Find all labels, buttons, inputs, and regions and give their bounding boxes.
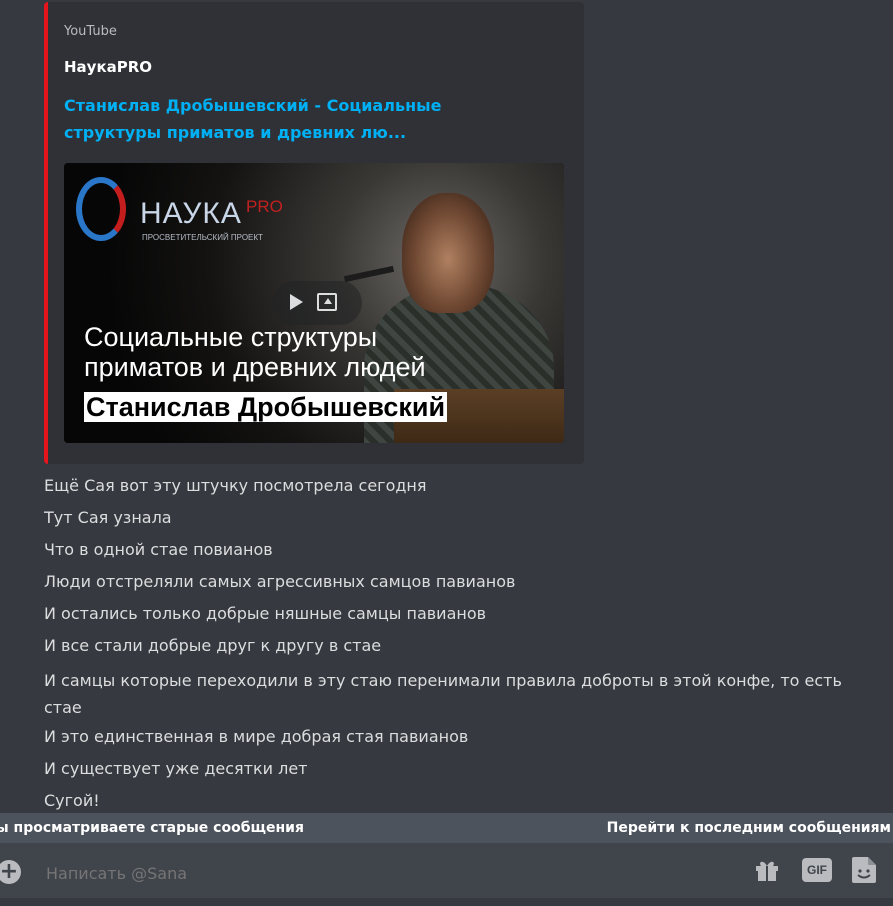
- logo-mark-icon: [76, 177, 126, 241]
- message: Люди отстреляли самых агрессивных самцов…: [44, 572, 516, 591]
- message: И все стали добрые друг к другу в стае: [44, 636, 382, 655]
- message: И остались только добрые няшные самцы па…: [44, 604, 487, 623]
- message: Ещё Сая вот эту штучку посмотрела сегодн…: [44, 476, 427, 495]
- message-input[interactable]: [44, 861, 608, 885]
- old-messages-bar: ы просматриваете старые сообщения Перейт…: [0, 813, 893, 843]
- thumbnail-speaker-name: Станислав Дробышевский: [84, 392, 448, 422]
- message: Что в одной стае повианов: [44, 540, 273, 559]
- open-external-icon[interactable]: [317, 293, 337, 311]
- play-icon[interactable]: [290, 294, 303, 310]
- youtube-embed: YouTube НаукаPRO Станислав Дробышевский …: [44, 2, 584, 464]
- logo-subtitle: ПРОСВЕТИТЕЛЬСКИЙ ПРОЕКТ: [142, 233, 263, 242]
- message: И это единственная в мире добрая стая па…: [44, 727, 469, 746]
- video-thumbnail[interactable]: НАУКА PRO ПРОСВЕТИТЕЛЬСКИЙ ПРОЕКТ Социал…: [64, 163, 564, 443]
- logo-pro: PRO: [246, 197, 283, 216]
- gift-icon[interactable]: [755, 859, 779, 881]
- thumbnail-caption-line1: Социальные структуры: [84, 322, 378, 352]
- bottom-spacer: [0, 898, 893, 906]
- jump-to-present-button[interactable]: Перейти к последним сообщениям: [607, 820, 891, 836]
- speaker-head: [402, 193, 494, 313]
- gif-picker-icon[interactable]: GIF: [802, 858, 832, 882]
- add-attachment-icon[interactable]: +: [0, 860, 21, 884]
- message: Сугой!: [44, 791, 100, 810]
- thumbnail-caption-line2: приматов и древних людей: [84, 352, 426, 382]
- logo-text: НАУКА: [140, 197, 242, 230]
- message: И существует уже десятки лет: [44, 759, 308, 778]
- message-composer: + GIF: [0, 843, 893, 898]
- message-list: Ещё Сая вот эту штучку посмотрела сегодн…: [44, 475, 884, 812]
- embed-title-link[interactable]: Станислав Дробышевский - Социальные стру…: [64, 92, 544, 146]
- embed-author[interactable]: НаукаPRO: [64, 58, 152, 76]
- message: Тут Сая узнала: [44, 508, 172, 527]
- old-messages-notice: ы просматриваете старые сообщения: [0, 820, 304, 836]
- embed-provider[interactable]: YouTube: [64, 24, 117, 39]
- sticker-icon[interactable]: [851, 856, 877, 884]
- message: И самцы которые переходили в эту стаю пе…: [44, 671, 842, 717]
